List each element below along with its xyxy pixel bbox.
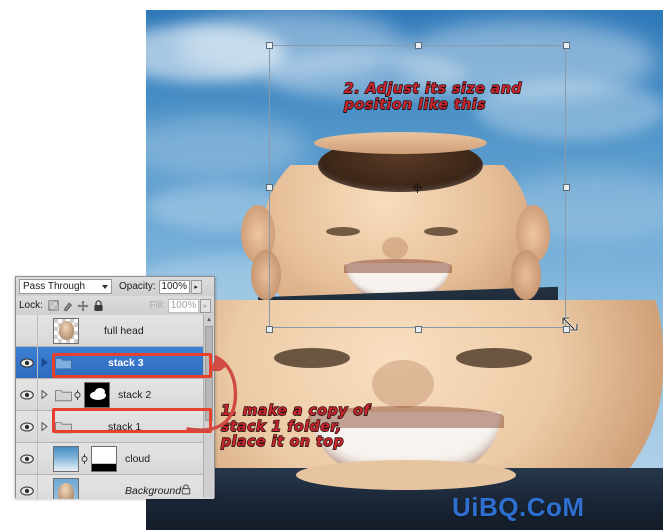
resize-cursor-icon — [561, 316, 579, 332]
visibility-toggle-background[interactable] — [16, 475, 38, 499]
transform-handle-tr[interactable] — [563, 42, 570, 49]
visibility-toggle-full-head[interactable] — [16, 315, 38, 346]
eye-icon — [19, 486, 34, 495]
transform-handle-tc[interactable] — [415, 42, 422, 49]
folder-icon-stack-3 — [55, 356, 72, 370]
expand-arrow-stack-2[interactable] — [38, 390, 51, 399]
opacity-input[interactable]: 100% — [158, 279, 190, 294]
eye-icon — [19, 390, 34, 399]
chevron-down-icon[interactable] — [102, 284, 108, 289]
blend-mode-value: Pass Through — [23, 281, 86, 292]
layer-thumbnail-full-head[interactable] — [53, 317, 79, 344]
expand-arrow-stack-1[interactable] — [38, 422, 51, 431]
eye-icon — [19, 422, 34, 431]
red-curved-arrow-icon — [186, 355, 238, 432]
link-mask-icon-stack-2[interactable] — [72, 389, 82, 401]
transform-handle-mr[interactable] — [563, 184, 570, 191]
transform-handle-ml[interactable] — [266, 184, 273, 191]
layer-name-full-head: full head — [104, 324, 144, 337]
lock-all-icon[interactable] — [92, 299, 105, 312]
lock-position-icon[interactable] — [77, 299, 90, 312]
visibility-toggle-stack-3[interactable] — [16, 347, 38, 378]
layer-row-full-head[interactable]: full head — [16, 315, 205, 347]
fill-label: Fill: — [149, 300, 165, 311]
layer-thumbnail-background[interactable] — [53, 477, 79, 499]
fill-input[interactable]: 100% — [168, 298, 199, 313]
lock-transparency-icon[interactable] — [47, 299, 60, 312]
expand-arrow-stack-3[interactable] — [38, 358, 51, 367]
visibility-toggle-stack-1[interactable] — [16, 411, 38, 442]
transform-handle-bl[interactable] — [266, 326, 273, 333]
fill-value: 100% — [170, 300, 197, 311]
lock-image-pixels-icon[interactable] — [62, 299, 75, 312]
layer-name-stack-3: stack 3 — [108, 356, 144, 369]
layer-thumbnail-cloud[interactable] — [53, 445, 79, 472]
layer-name-stack-1: stack 1 — [108, 420, 142, 433]
layer-row-background[interactable]: Background — [16, 475, 205, 499]
folder-icon-stack-2 — [55, 388, 72, 402]
layer-mask-cloud[interactable] — [91, 445, 117, 472]
lock-label: Lock: — [19, 300, 43, 311]
eye-icon — [19, 454, 34, 463]
layer-locked-icon — [181, 483, 191, 498]
layer-name-cloud: cloud — [125, 452, 151, 465]
layer-row-stack-1[interactable]: stack 1 — [16, 411, 205, 443]
visibility-toggle-cloud[interactable] — [16, 443, 38, 474]
watermark: UiBQ.CoM — [452, 492, 585, 522]
layer-mask-stack-2[interactable] — [84, 381, 110, 408]
panel-lock-row: Lock: Fill: 100% ▸ — [16, 296, 214, 315]
eye-icon — [19, 358, 34, 367]
layer-row-stack-3[interactable]: stack 3 — [16, 347, 205, 379]
folder-icon-stack-1 — [55, 420, 72, 434]
fill-stepper[interactable]: ▸ — [200, 298, 211, 313]
annotation-step-2: 2. Adjust its size and position like thi… — [343, 80, 523, 113]
scroll-up-icon[interactable]: ▲ — [204, 315, 214, 325]
transform-handle-tl[interactable] — [266, 42, 273, 49]
blend-mode-select[interactable]: Pass Through — [19, 279, 112, 294]
opacity-value: 100% — [161, 281, 187, 292]
opacity-label: Opacity: — [119, 281, 156, 292]
opacity-stepper[interactable]: ▸ — [190, 279, 202, 294]
transform-reference-point-icon[interactable] — [412, 182, 423, 193]
transform-handle-bc[interactable] — [415, 326, 422, 333]
layer-name-background: Background — [125, 484, 182, 497]
panel-blend-row: Pass Through Opacity: 100% ▸ — [16, 277, 214, 296]
layer-row-stack-2[interactable]: stack 2 — [16, 379, 205, 411]
link-mask-icon-cloud[interactable] — [79, 453, 89, 465]
layer-row-cloud[interactable]: cloud — [16, 443, 205, 475]
visibility-toggle-stack-2[interactable] — [16, 379, 38, 410]
layer-name-stack-2: stack 2 — [118, 388, 152, 401]
